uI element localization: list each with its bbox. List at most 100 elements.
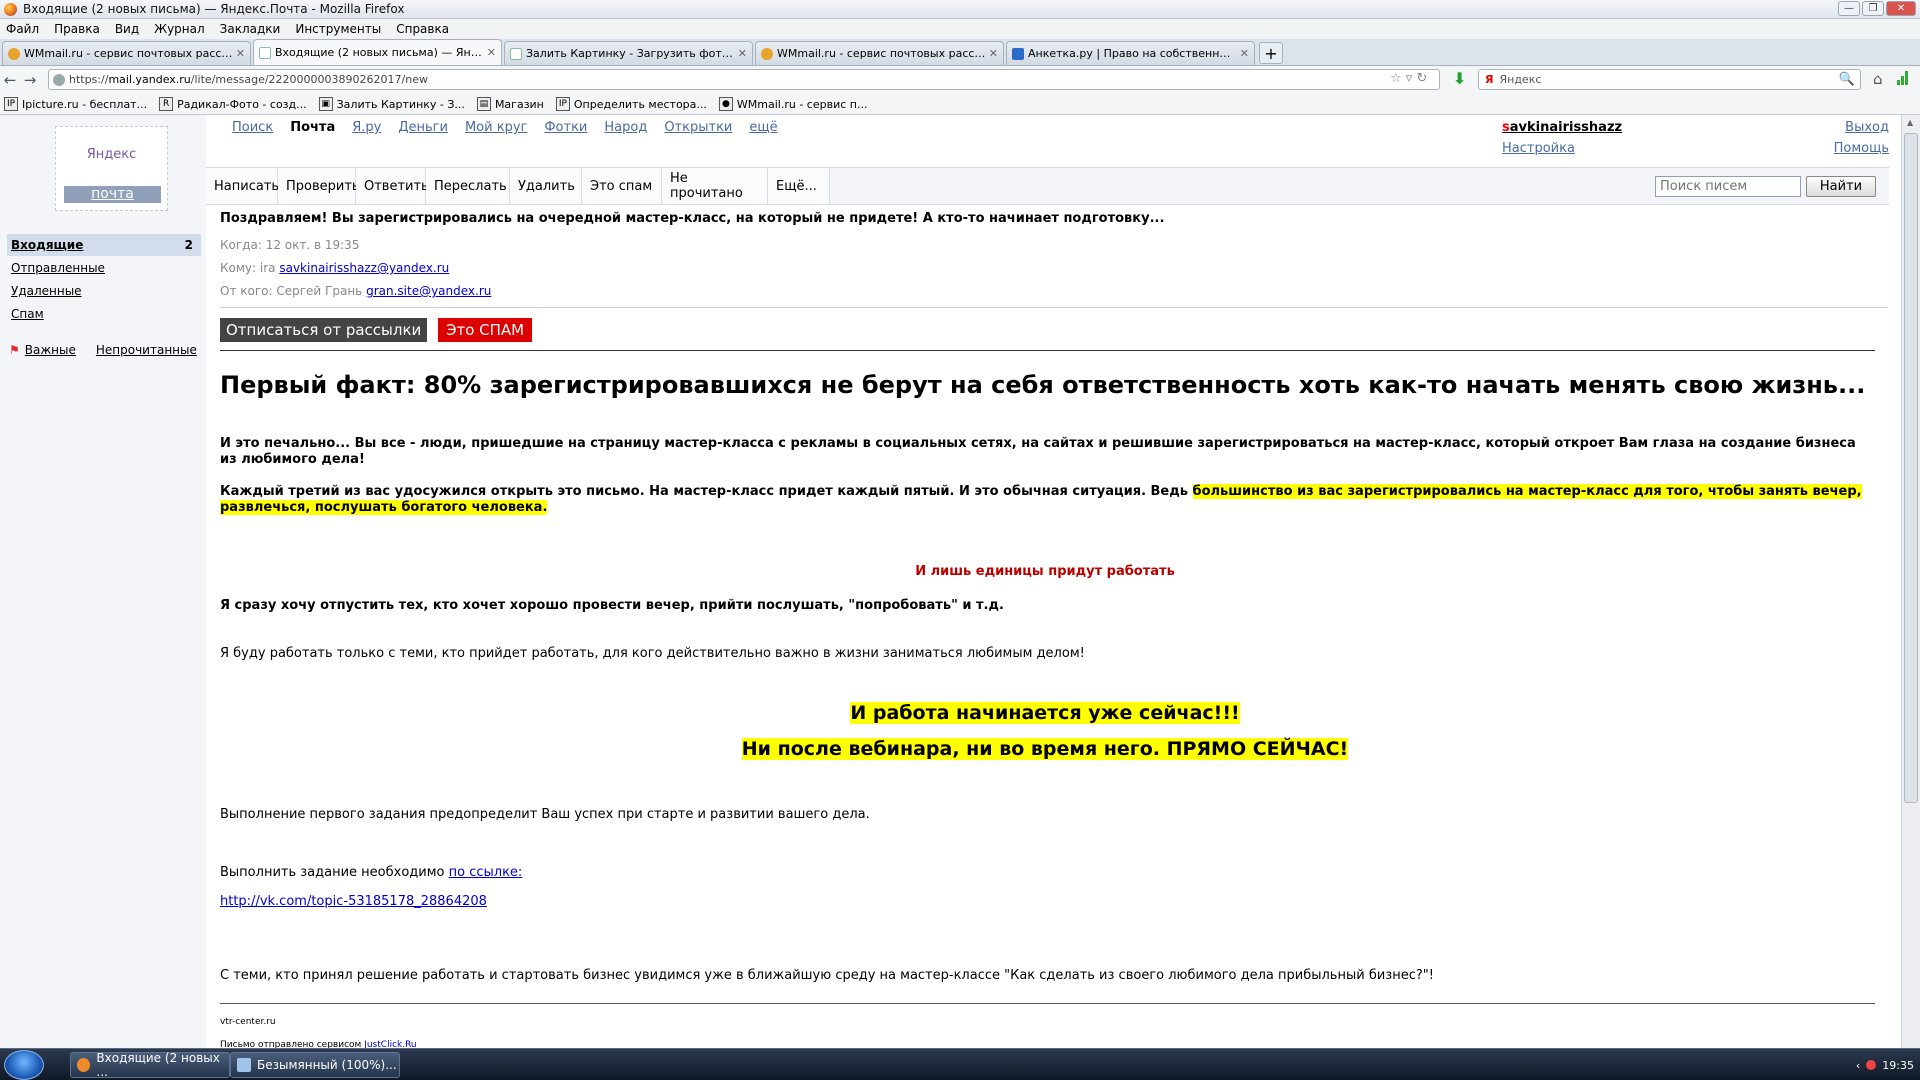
menu-view[interactable]: Вид: [115, 22, 139, 36]
report-spam-button[interactable]: Это СПАМ: [438, 318, 533, 342]
vertical-scrollbar[interactable]: ▲: [1901, 115, 1920, 1048]
folder-deleted[interactable]: Удаленные: [7, 280, 201, 302]
browser-search-box[interactable]: Я Яндекс 🔍: [1478, 69, 1861, 90]
body-divider: [220, 350, 1875, 351]
service-cards-link[interactable]: Открытки: [664, 120, 732, 135]
to-email-link[interactable]: savkinairisshazz@yandex.ru: [279, 261, 449, 275]
minimize-button[interactable]: —: [1838, 1, 1860, 16]
bookmark-label: WMmail.ru - сервис п...: [736, 97, 868, 111]
compose-button[interactable]: Написать: [206, 168, 279, 204]
service-mail-current: Почта: [290, 120, 336, 135]
close-window-button[interactable]: ✕: [1886, 1, 1916, 16]
menu-tools[interactable]: Инструменты: [295, 22, 381, 36]
folder-inbox[interactable]: Входящие 2: [7, 234, 201, 256]
paragraph-2: Каждый третий из вас удосужился открыть …: [220, 484, 1870, 516]
delete-button[interactable]: Удалить: [510, 168, 582, 204]
back-arrow-icon[interactable]: ←: [0, 71, 20, 89]
tab-close-icon[interactable]: ✕: [236, 47, 245, 60]
service-moikrug-link[interactable]: Мой круг: [465, 120, 527, 135]
from-email-link[interactable]: gran.site@yandex.ru: [366, 284, 491, 298]
bookmark-upload[interactable]: ▣ Залить Картинку - З...: [318, 97, 465, 111]
mail-search-input[interactable]: [1655, 176, 1801, 197]
service-yaru-link[interactable]: Я.ру: [352, 120, 381, 135]
scrollbar-thumb[interactable]: [1904, 133, 1918, 803]
bookmark-star-icon[interactable]: ☆ ▿ ↻: [1390, 71, 1427, 86]
find-button[interactable]: Найти: [1806, 176, 1876, 197]
tab-anketka[interactable]: Анкетка.ру | Право на собственное мн... …: [1006, 41, 1255, 65]
clock[interactable]: 19:35: [1882, 1059, 1914, 1072]
signal-icon: [1897, 71, 1908, 85]
tab-upload-image[interactable]: Залить Картинку - Загрузить фото - Ф... …: [504, 41, 753, 65]
bookmark-shop[interactable]: ▤ Магазин: [476, 97, 544, 111]
justclick-link[interactable]: JustClick.Ru: [364, 1040, 416, 1048]
menu-help[interactable]: Справка: [396, 22, 449, 36]
tab-close-icon[interactable]: ✕: [487, 46, 496, 59]
menu-file[interactable]: Файл: [6, 22, 39, 36]
bookmark-radikal[interactable]: R Радикал-Фото - созд...: [159, 97, 307, 111]
filter-unread-link[interactable]: Непрочитанные: [96, 343, 197, 357]
from-name: Сергей Грань: [276, 284, 363, 298]
search-icon[interactable]: 🔍: [1839, 72, 1855, 87]
bookmark-label: Магазин: [494, 97, 544, 111]
tab-yandex-mail[interactable]: Входящие (2 новых письма) — Яндекс... ✕: [253, 39, 502, 65]
windows-taskbar: Входящие (2 новых ... Безымянный (100%).…: [0, 1048, 1920, 1080]
maximize-button[interactable]: ❐: [1862, 1, 1884, 16]
new-tab-button[interactable]: +: [1259, 42, 1283, 64]
window-title-bar[interactable]: Входящие (2 новых письма) — Яндекс.Почта…: [0, 0, 1920, 19]
tab-close-icon[interactable]: ✕: [989, 47, 998, 60]
footer-text: Письмо отправлено сервисом: [220, 1040, 365, 1048]
tray-expand-icon[interactable]: ‹: [1856, 1059, 1860, 1072]
service-more-link[interactable]: ещё: [749, 120, 777, 135]
bookmark-locator[interactable]: IP Определить месторa...: [555, 97, 707, 111]
logo-mail-text[interactable]: почта: [64, 186, 161, 203]
username-link[interactable]: savkinairisshazz: [1502, 120, 1622, 135]
shop-icon: ▤: [476, 97, 491, 111]
service-search-link[interactable]: Поиск: [232, 120, 273, 135]
tab-close-icon[interactable]: ✕: [1240, 47, 1249, 60]
bookmark-wmmail[interactable]: ● WMmail.ru - сервис п...: [718, 97, 868, 111]
filter-important-link[interactable]: Важные: [25, 343, 76, 357]
more-actions-button[interactable]: Ещё...: [768, 168, 830, 204]
yandex-mail-logo[interactable]: Яндекс почта: [55, 126, 168, 211]
callout-now-2-text: Ни после вебинара, ни во время него. ПРЯ…: [741, 738, 1349, 760]
vk-topic-link[interactable]: http://vk.com/topic-53185178_28864208: [220, 894, 487, 909]
start-button[interactable]: [4, 1050, 44, 1080]
logout-link[interactable]: Выход: [1834, 120, 1889, 135]
folder-sent[interactable]: Отправленные: [7, 257, 201, 279]
bookmark-ipicture[interactable]: IP Ipicture.ru - бесплат...: [4, 97, 147, 111]
mark-unread-button[interactable]: Не прочитано: [662, 168, 768, 204]
task-firefox[interactable]: Входящие (2 новых ...: [70, 1051, 230, 1079]
service-narod-link[interactable]: Народ: [604, 120, 647, 135]
forward-arrow-icon[interactable]: →: [20, 71, 40, 89]
check-mail-button[interactable]: Проверить: [278, 168, 360, 204]
help-link[interactable]: Помощь: [1834, 141, 1889, 156]
menu-bookmarks[interactable]: Закладки: [220, 22, 281, 36]
tab-wmmail-1[interactable]: WMmail.ru - сервис почтовых рассылок... …: [2, 41, 251, 65]
mark-spam-button[interactable]: Это спам: [582, 168, 662, 204]
scroll-up-icon[interactable]: ▲: [1907, 118, 1913, 127]
folder-spam[interactable]: Спам: [7, 303, 201, 325]
unsubscribe-button[interactable]: Отписаться от рассылки: [220, 318, 428, 342]
menu-history[interactable]: Журнал: [154, 22, 205, 36]
tab-close-icon[interactable]: ✕: [738, 47, 747, 60]
site-identity-icon[interactable]: [53, 73, 65, 86]
task-link[interactable]: по ссылке:: [449, 865, 523, 880]
home-icon[interactable]: ⌂: [1873, 70, 1883, 88]
service-photos-link[interactable]: Фотки: [544, 120, 587, 135]
forward-button[interactable]: Переслать: [426, 168, 510, 204]
task-paint[interactable]: Безымянный (100%)...: [230, 1052, 400, 1078]
account-links: Выход Помощь: [1834, 120, 1889, 162]
bookmarks-bar: IP Ipicture.ru - бесплат... R Радикал-Фото…: [0, 94, 1920, 115]
service-money-link[interactable]: Деньги: [398, 120, 448, 135]
menu-edit[interactable]: Правка: [54, 22, 100, 36]
reply-button[interactable]: Ответить: [356, 168, 429, 204]
url-bar[interactable]: https://mail.yandex.ru/lite/message/2220…: [48, 69, 1440, 90]
tray-app-icon[interactable]: [1866, 1060, 1877, 1070]
download-icon[interactable]: ⬇: [1453, 69, 1466, 88]
tab-wmmail-2[interactable]: WMmail.ru - сервис почтовых рассылок... …: [755, 41, 1004, 65]
footer-site: vtr-center.ru: [220, 1017, 276, 1027]
tab-label: Анкетка.ру | Право на собственное мн...: [1028, 47, 1237, 60]
username-first-letter: s: [1502, 120, 1510, 135]
settings-link[interactable]: Настройка: [1502, 141, 1622, 156]
message-from: От кого: Сергей Грань gran.site@yandex.r…: [220, 284, 491, 298]
